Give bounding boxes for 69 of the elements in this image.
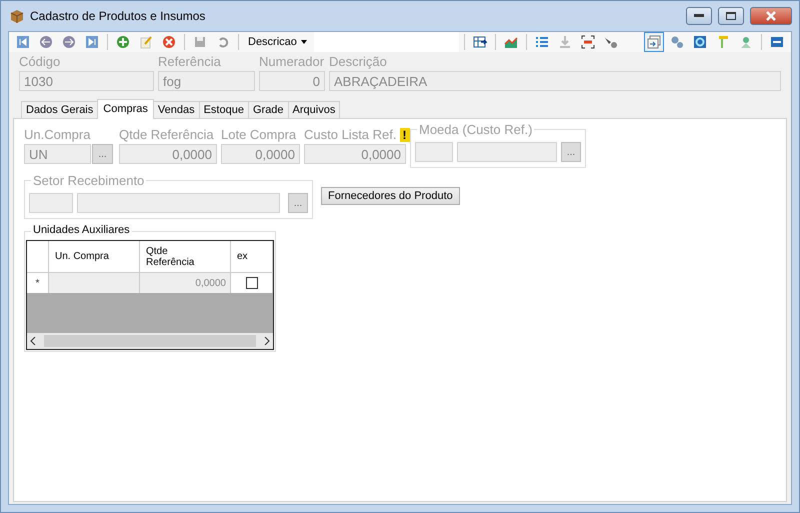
field-label: Referência — [158, 54, 222, 69]
maximize-button[interactable] — [718, 7, 744, 25]
close-button[interactable] — [750, 7, 792, 25]
field-label: Numerador — [259, 54, 325, 69]
text-field[interactable]: 1030 — [19, 71, 154, 91]
first-icon — [16, 35, 30, 49]
number-field[interactable]: 0,0000 — [119, 144, 217, 164]
search-by-dropdown[interactable]: Descricao — [244, 36, 311, 48]
lookup-button[interactable]: ... — [288, 193, 308, 213]
gears-icon — [670, 35, 684, 49]
checkbox[interactable] — [246, 277, 258, 289]
list-icon — [534, 35, 549, 49]
lookup-button[interactable]: ... — [92, 144, 113, 164]
table-cell[interactable]: 0,0000 — [140, 273, 231, 293]
field-label: Descrição — [329, 54, 388, 69]
window-title: Cadastro de Produtos e Insumos — [30, 9, 206, 23]
edit-icon — [139, 35, 153, 49]
suppliers-button[interactable]: Fornecedores do Produto — [321, 187, 460, 205]
scroll-left-icon[interactable] — [30, 337, 36, 345]
previous-icon — [39, 35, 53, 49]
maximize-icon — [726, 12, 736, 20]
text-field[interactable]: fog — [158, 71, 255, 91]
person-icon — [739, 35, 753, 49]
text-field[interactable]: ABRAÇADEIRA — [329, 71, 781, 91]
download-icon — [558, 35, 572, 49]
minimize-button[interactable] — [686, 7, 712, 25]
chart-icon — [504, 35, 518, 49]
flag-icon — [716, 35, 730, 49]
field-label: Código — [19, 54, 62, 69]
text-field[interactable] — [457, 142, 557, 162]
next-icon — [62, 35, 76, 49]
last-icon — [85, 35, 99, 49]
tab[interactable]: Compras — [97, 99, 154, 119]
window-icon — [647, 35, 661, 49]
group-title: Setor Recebimento — [31, 173, 146, 188]
minimize-icon — [694, 14, 704, 18]
lookup-button[interactable]: ... — [561, 142, 581, 162]
search-field[interactable] — [314, 32, 459, 52]
table-export-icon — [472, 35, 487, 49]
table-cell[interactable] — [49, 273, 140, 293]
panel-icon — [770, 35, 784, 49]
tab[interactable]: Dados Gerais — [21, 101, 98, 119]
number-field[interactable]: 0,0000 — [304, 144, 406, 164]
number-field[interactable]: 0,0000 — [221, 144, 300, 164]
warning-icon: ! — [400, 128, 410, 142]
close-icon — [766, 11, 776, 21]
delete-icon — [162, 35, 176, 49]
text-field[interactable]: UN — [24, 144, 91, 164]
text-field[interactable] — [77, 193, 280, 213]
caret-icon — [300, 40, 307, 44]
text-field[interactable]: 0 — [259, 71, 325, 91]
tab[interactable]: Arquivos — [288, 101, 340, 119]
text-field[interactable] — [415, 142, 453, 162]
barcode-icon — [580, 35, 595, 49]
tool-icon — [604, 35, 618, 49]
box-icon — [10, 9, 24, 23]
add-icon — [116, 35, 130, 49]
field-label: Qtde Referência — [119, 127, 214, 142]
group-title: Unidades Auxiliares — [31, 224, 132, 236]
window-button[interactable] — [644, 32, 664, 52]
field-label: Custo Lista Ref. — [304, 127, 396, 142]
text-field[interactable] — [29, 193, 73, 213]
field-label: Un.Compra — [24, 127, 90, 142]
scroll-right-icon[interactable] — [264, 337, 270, 345]
group-title: Moeda (Custo Ref.) — [417, 122, 534, 137]
field-label: Lote Compra — [221, 127, 296, 142]
horizontal-scrollbar[interactable] — [27, 333, 273, 349]
refresh-icon — [693, 35, 707, 49]
save-icon — [193, 35, 207, 49]
